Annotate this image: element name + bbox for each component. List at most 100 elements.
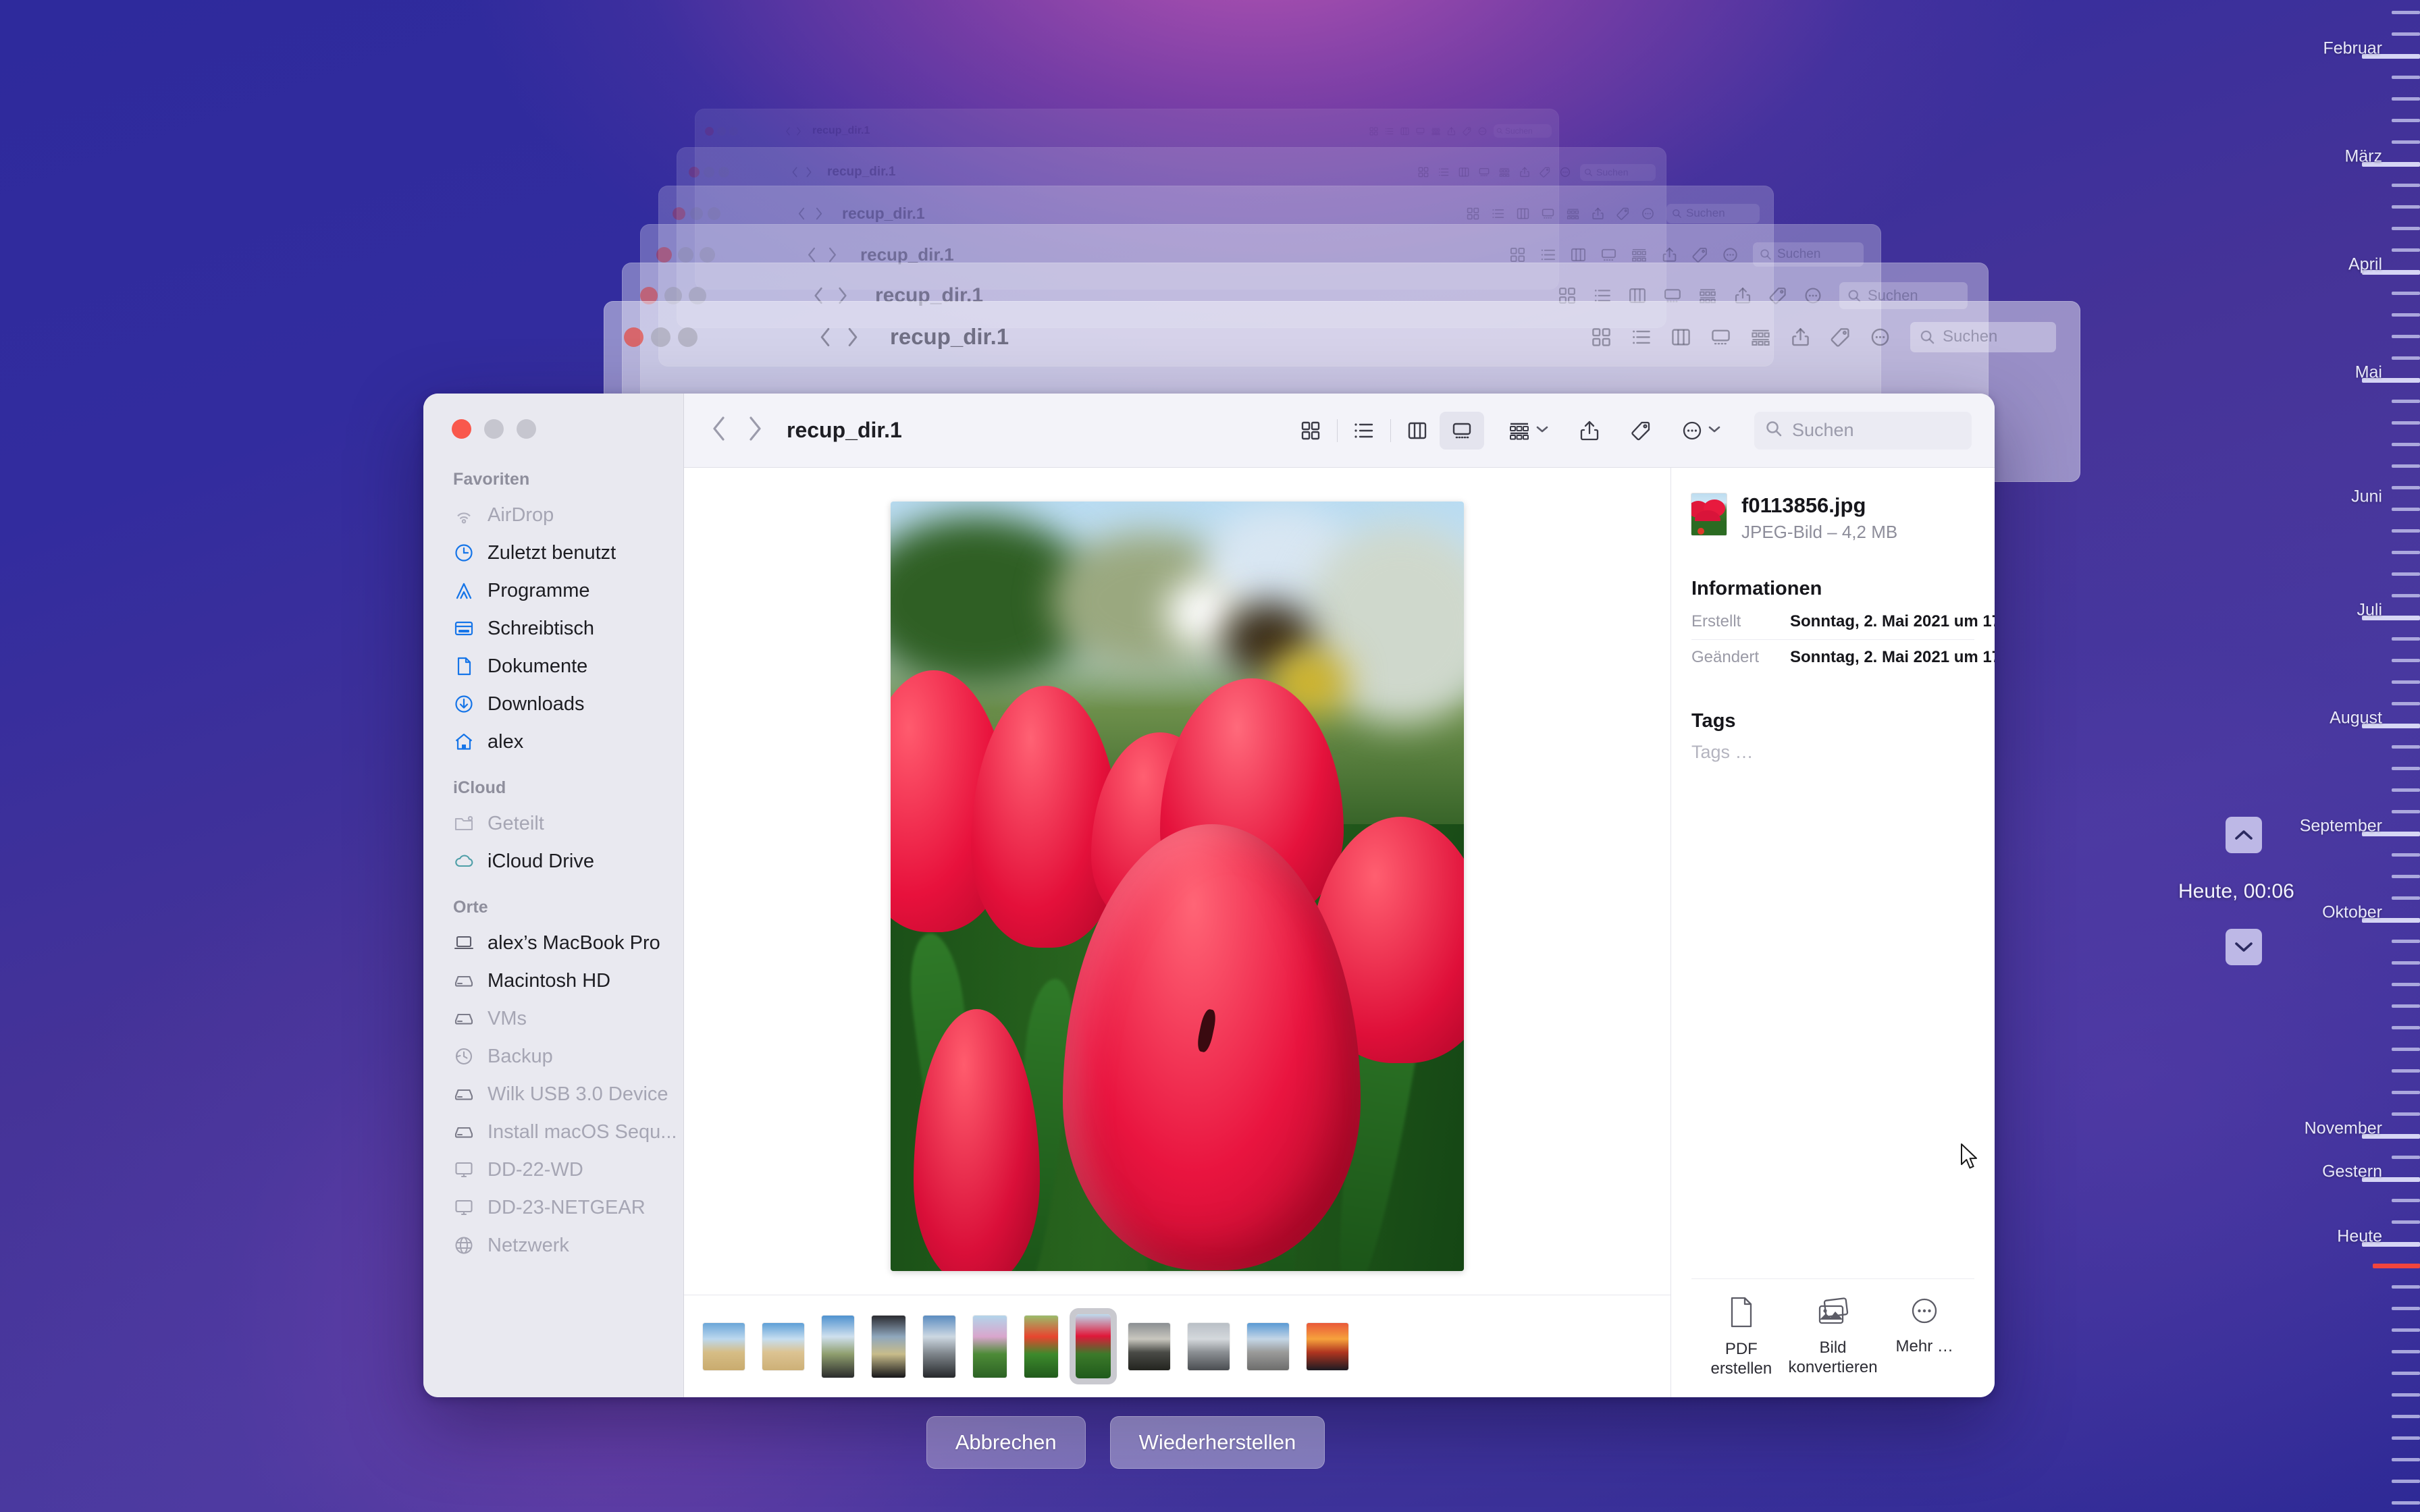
- sidebar-item-alex[interactable]: alex: [423, 723, 683, 761]
- background-close-button[interactable]: [673, 207, 685, 220]
- background-zoom-button[interactable]: [700, 246, 715, 263]
- timeline-label-m-rz[interactable]: März: [2344, 147, 2382, 167]
- group-by-button[interactable]: [1502, 412, 1555, 450]
- background-nav-buttons[interactable]: [785, 126, 801, 136]
- cancel-button[interactable]: Abbrechen: [926, 1416, 1086, 1469]
- background-close-button[interactable]: [689, 167, 700, 178]
- thumbnail-strip[interactable]: [684, 1295, 1671, 1397]
- background-zoom-button[interactable]: [678, 327, 698, 347]
- background-close-button[interactable]: [624, 327, 643, 347]
- background-minimize-button[interactable]: [690, 207, 703, 220]
- background-search-field[interactable]: Suchen: [1580, 163, 1656, 181]
- thumbnail-road-sky-tall[interactable]: [822, 1315, 854, 1378]
- background-minimize-button[interactable]: [704, 167, 714, 178]
- background-search-field[interactable]: Suchen: [1666, 203, 1760, 223]
- back-button[interactable]: [711, 416, 726, 445]
- background-nav-buttons[interactable]: [797, 207, 823, 220]
- thumbnail-cloudy-road-tall[interactable]: [923, 1315, 955, 1378]
- timeline-label-juli[interactable]: Juli: [2357, 601, 2382, 620]
- sidebar-item-wilk-usb-3-0-device[interactable]: Wilk USB 3.0 Device: [423, 1075, 683, 1113]
- time-machine-timeline[interactable]: Februar März April Mai Juni Juli August Septemb…: [2251, 0, 2420, 1512]
- thumbnail-red-tulips-selected[interactable]: [1076, 1314, 1111, 1378]
- timeline-label-august[interactable]: August: [2330, 709, 2382, 728]
- background-nav-buttons[interactable]: [807, 247, 837, 263]
- more-actions-button[interactable]: [1675, 412, 1727, 450]
- timeline-label-februar[interactable]: Februar: [2323, 39, 2382, 59]
- create-pdf-action[interactable]: PDF erstellen: [1695, 1297, 1787, 1379]
- tags-input[interactable]: Tags …: [1691, 742, 1974, 763]
- gallery-view-button[interactable]: [1440, 411, 1484, 450]
- timeline-up-button[interactable]: [2226, 817, 2262, 853]
- sidebar-item-dd-22-wd[interactable]: DD-22-WD: [423, 1151, 683, 1189]
- share-button[interactable]: [1573, 412, 1606, 450]
- timeline-label-mai[interactable]: Mai: [2355, 363, 2382, 383]
- more-action[interactable]: Mehr …: [1878, 1297, 1970, 1356]
- icon-view-button[interactable]: [1288, 412, 1333, 450]
- timeline-label-juni[interactable]: Juni: [2351, 487, 2382, 507]
- thumbnail-grey-horizon[interactable]: [1128, 1322, 1170, 1370]
- timeline-label-november[interactable]: November: [2305, 1119, 2382, 1139]
- sidebar-item-programme[interactable]: Programme: [423, 572, 683, 610]
- thumbnail-tulip-field[interactable]: [1024, 1315, 1058, 1378]
- timeline-label-oktober[interactable]: Oktober: [2322, 903, 2382, 923]
- background-minimize-button[interactable]: [678, 246, 693, 263]
- view-mode-segmented-control: [1288, 411, 1484, 450]
- search-field[interactable]: Suchen: [1754, 411, 1972, 450]
- thumbnail-highway-sky[interactable]: [1247, 1322, 1289, 1370]
- thumbnail-orange-sunset[interactable]: [1307, 1322, 1348, 1370]
- sidebar-item-zuletzt-benutzt[interactable]: Zuletzt benutzt: [423, 534, 683, 572]
- timeline-label-april[interactable]: April: [2348, 255, 2382, 275]
- thumbnail-dashboard-dark[interactable]: [872, 1315, 905, 1378]
- background-toolbar-icons[interactable]: Suchen: [1467, 203, 1760, 223]
- sidebar-item-netzwerk[interactable]: Netzwerk: [423, 1226, 683, 1264]
- background-search-field[interactable]: Suchen: [1910, 321, 2056, 352]
- background-nav-buttons[interactable]: [791, 167, 812, 178]
- restore-button[interactable]: Wiederherstellen: [1109, 1416, 1325, 1469]
- sidebar-item-dd-23-netgear[interactable]: DD-23-NETGEAR: [423, 1189, 683, 1226]
- sidebar-item-backup[interactable]: Backup: [423, 1037, 683, 1075]
- sidebar-item-schreibtisch[interactable]: Schreibtisch: [423, 610, 683, 647]
- background-minimize-button[interactable]: [717, 126, 726, 136]
- minimize-button[interactable]: [484, 419, 504, 439]
- thumbnail-beach-sand-wide[interactable]: [762, 1322, 804, 1370]
- timeline-label-heute[interactable]: Heute: [2337, 1227, 2382, 1247]
- convert-image-action[interactable]: Bild konvertieren: [1787, 1297, 1879, 1378]
- sidebar-item-vms[interactable]: VMs: [423, 1000, 683, 1037]
- thumbnail-blossom-tree[interactable]: [973, 1315, 1007, 1378]
- timeline-label-gestern[interactable]: Gestern: [2322, 1162, 2382, 1182]
- timeline-navigation: Heute, 00:06: [2178, 817, 2294, 965]
- sidebar-item-downloads[interactable]: Downloads: [423, 685, 683, 723]
- preview-image[interactable]: [891, 501, 1464, 1271]
- close-button[interactable]: [452, 419, 471, 439]
- background-zoom-button[interactable]: [708, 207, 720, 220]
- sidebar-item-geteilt[interactable]: Geteilt: [423, 805, 683, 842]
- background-toolbar-icons[interactable]: Suchen: [1592, 321, 2056, 352]
- sidebar-item-icloud-drive[interactable]: iCloud Drive: [423, 842, 683, 880]
- column-view-button[interactable]: [1395, 412, 1440, 450]
- forward-button[interactable]: [747, 416, 762, 445]
- tag-button[interactable]: [1624, 412, 1658, 450]
- background-nav-buttons[interactable]: [819, 327, 859, 347]
- sidebar-item-dokumente[interactable]: Dokumente: [423, 647, 683, 685]
- background-toolbar-icons[interactable]: Suchen: [1418, 163, 1656, 181]
- background-zoom-button[interactable]: [729, 126, 738, 136]
- background-search-field[interactable]: Suchen: [1494, 124, 1552, 138]
- background-close-button[interactable]: [656, 246, 672, 263]
- thumbnail-overcast-road[interactable]: [1188, 1322, 1230, 1370]
- timeline-down-button[interactable]: [2226, 929, 2262, 965]
- background-window-title: recup_dir.1: [812, 125, 870, 136]
- background-toolbar-icons[interactable]: Suchen: [1369, 124, 1552, 138]
- timeline-label-september[interactable]: September: [2300, 817, 2382, 836]
- background-traffic-lights: [624, 327, 698, 347]
- background-zoom-button[interactable]: [718, 167, 729, 178]
- sidebar-item-airdrop[interactable]: AirDrop: [423, 496, 683, 534]
- sidebar-item-alex-s-macbook-pro[interactable]: alex’s MacBook Pro: [423, 924, 683, 962]
- sidebar-item-install-macos-sequ[interactable]: Install macOS Sequ...: [423, 1113, 683, 1151]
- list-view-button[interactable]: [1342, 412, 1386, 450]
- zoom-button[interactable]: [517, 419, 536, 439]
- sidebar-item-macintosh-hd[interactable]: Macintosh HD: [423, 962, 683, 1000]
- thumbnail-beach-dune-wide[interactable]: [703, 1322, 745, 1370]
- background-close-button[interactable]: [705, 126, 714, 136]
- timeline-tick: [2392, 745, 2420, 749]
- background-minimize-button[interactable]: [651, 327, 670, 347]
